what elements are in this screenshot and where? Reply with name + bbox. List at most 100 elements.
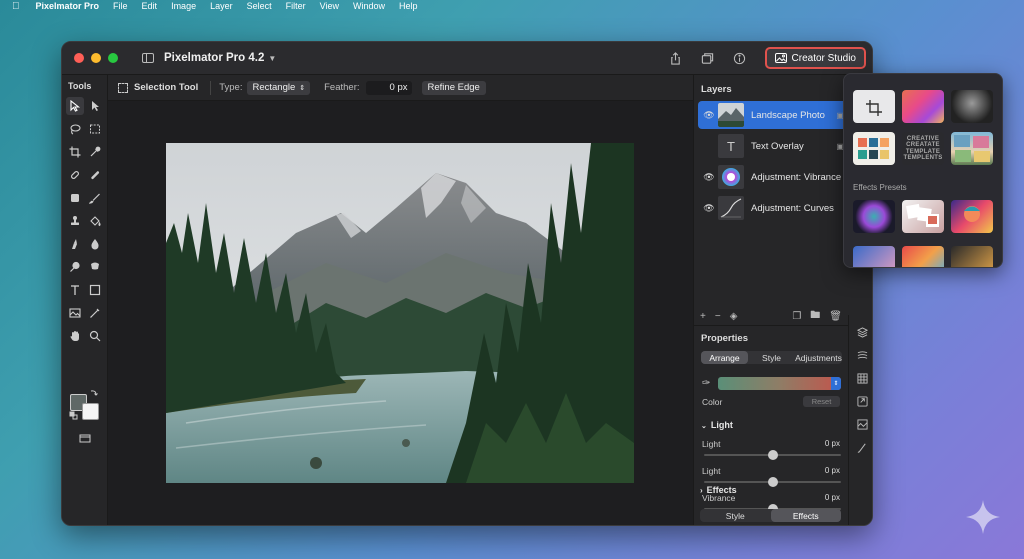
hand-tool-icon[interactable]: [66, 327, 84, 345]
crop-preset-tile[interactable]: [853, 90, 895, 123]
menu-layer[interactable]: Layer: [210, 1, 233, 11]
share-icon[interactable]: [669, 51, 683, 65]
eye-icon[interactable]: 👁: [702, 172, 716, 183]
polaroid-effect-tile[interactable]: [902, 200, 944, 233]
collage-preset-tile[interactable]: [951, 132, 993, 165]
text-template-tile[interactable]: CREATIVE CREATATE TEMPLATE TEMPLENTS: [902, 132, 944, 165]
duplicate-layer-icon[interactable]: ❐: [792, 311, 801, 322]
dodge-tool-icon[interactable]: [66, 258, 84, 276]
trash-icon[interactable]: 🗑: [829, 311, 842, 322]
landscape-photo[interactable]: [166, 143, 634, 483]
menu-help[interactable]: Help: [399, 1, 418, 11]
folder-icon[interactable]: 🖿: [810, 308, 820, 325]
light-slider-1[interactable]: [704, 450, 841, 460]
reset-button[interactable]: Reset: [803, 396, 840, 407]
screen-mode-icon[interactable]: [76, 429, 94, 447]
arrange-tool-icon[interactable]: [66, 97, 84, 115]
background-color-swatch[interactable]: [82, 403, 99, 420]
portrait-preset-tile[interactable]: [951, 90, 993, 123]
eyedropper-icon[interactable]: ✑: [702, 378, 710, 389]
light-slider-2[interactable]: [704, 477, 841, 487]
lasso-tool-icon[interactable]: [66, 120, 84, 138]
tab-style[interactable]: Style: [748, 351, 795, 364]
tab-effects-bottom[interactable]: Effects: [770, 509, 841, 522]
sponge-tool-icon[interactable]: [86, 258, 104, 276]
tab-adjustments[interactable]: Adjustments: [795, 351, 842, 364]
gradient-preset-tile[interactable]: [902, 90, 944, 123]
brush-tool-icon[interactable]: [86, 189, 104, 207]
close-window-button[interactable]: [74, 53, 84, 63]
tab-style-bottom[interactable]: Style: [700, 509, 771, 522]
crop-tool-icon[interactable]: [66, 143, 84, 161]
menu-window[interactable]: Window: [353, 1, 385, 11]
pop-art-effect-tile[interactable]: [951, 200, 993, 233]
blur-tool-icon[interactable]: [86, 235, 104, 253]
layer-row-text-overlay[interactable]: T Text Overlay ▣: [698, 132, 848, 160]
layout-preset-tile[interactable]: [853, 132, 895, 165]
slider-value[interactable]: 0 px: [800, 466, 840, 475]
feather-input[interactable]: 0 px: [365, 80, 412, 95]
info-icon[interactable]: [733, 51, 747, 65]
zoom-tool-icon[interactable]: [86, 327, 104, 345]
clone-stamp-tool-icon[interactable]: [66, 212, 84, 230]
apple-icon[interactable]: : [12, 1, 20, 12]
image-adjust-icon[interactable]: [857, 419, 868, 433]
add-layer-icon[interactable]: +: [700, 311, 706, 322]
export-icon[interactable]: [857, 396, 868, 410]
grid-icon[interactable]: [857, 373, 868, 387]
eye-icon[interactable]: 👁: [702, 110, 716, 121]
menu-filter[interactable]: Filter: [286, 1, 306, 11]
menu-edit[interactable]: Edit: [142, 1, 158, 11]
type-dropdown[interactable]: Rectangle ⇕: [247, 80, 311, 95]
adjustments-icon[interactable]: [857, 350, 868, 364]
retro-effect-tile[interactable]: [902, 246, 944, 267]
layer-row-landscape-photo[interactable]: 👁 Landscape Photo ▣: [698, 101, 848, 129]
gradient-stepper-icon[interactable]: ⇕: [831, 377, 841, 390]
sidebar-toggle-icon[interactable]: [142, 53, 154, 63]
effects-section-header[interactable]: › Effects: [700, 485, 737, 495]
color-picker-tool-icon[interactable]: [86, 143, 104, 161]
layer-row-adjustment-vibrance[interactable]: 👁 Adjustment: Vibrance: [698, 163, 848, 191]
arrange-windows-icon[interactable]: [701, 51, 715, 65]
chevron-down-icon[interactable]: ▼: [268, 54, 276, 63]
image-tool-icon[interactable]: [66, 304, 84, 322]
minimize-window-button[interactable]: [91, 53, 101, 63]
slider-value[interactable]: 0 px: [800, 439, 840, 448]
slider-value[interactable]: 0 px: [800, 493, 840, 502]
sphere-effect-tile[interactable]: [853, 200, 895, 233]
slider-knob[interactable]: [767, 450, 778, 460]
rect-select-tool-icon[interactable]: [86, 120, 104, 138]
creator-studio-button[interactable]: Creator Studio: [764, 47, 866, 69]
color-gradient-bar[interactable]: ⇕: [718, 377, 841, 390]
type-tool-icon[interactable]: [66, 281, 84, 299]
pointer-tool-icon[interactable]: [86, 97, 104, 115]
smudge-tool-icon[interactable]: [66, 235, 84, 253]
retouch-tool-icon[interactable]: [66, 166, 84, 184]
layers-stack-icon[interactable]: [856, 327, 869, 341]
remove-layer-icon[interactable]: −: [715, 311, 721, 322]
menu-select[interactable]: Select: [247, 1, 272, 11]
light-section-header[interactable]: ⌄ Light: [701, 420, 733, 430]
reset-colors-icon[interactable]: [69, 411, 79, 421]
shape-tool-icon[interactable]: [66, 189, 84, 207]
menu-app-name[interactable]: Pixelmator Pro: [36, 1, 100, 11]
swap-colors-icon[interactable]: [89, 388, 99, 398]
eye-icon[interactable]: 👁: [702, 203, 716, 214]
color-effect-tile[interactable]: [853, 246, 895, 267]
zoom-window-button[interactable]: [108, 53, 118, 63]
pen-tool-icon[interactable]: [86, 304, 104, 322]
rectangle-shape-tool-icon[interactable]: [86, 281, 104, 299]
healing-tool-icon[interactable]: [86, 166, 104, 184]
layer-row-adjustment-curves[interactable]: 👁 Adjustment: Curves: [698, 194, 848, 222]
layer-stack-icon[interactable]: ◈: [730, 311, 738, 322]
brush-settings-icon[interactable]: [857, 442, 868, 456]
menu-file[interactable]: File: [113, 1, 128, 11]
paint-bucket-tool-icon[interactable]: [86, 212, 104, 230]
canvas-area[interactable]: [108, 101, 693, 525]
menu-image[interactable]: Image: [171, 1, 196, 11]
poster-effect-tile[interactable]: [951, 246, 993, 267]
window-title[interactable]: Pixelmator Pro 4.2: [164, 52, 264, 64]
menu-view[interactable]: View: [320, 1, 339, 11]
slider-knob[interactable]: [767, 477, 778, 487]
refine-edge-button[interactable]: Refine Edge: [421, 80, 486, 95]
